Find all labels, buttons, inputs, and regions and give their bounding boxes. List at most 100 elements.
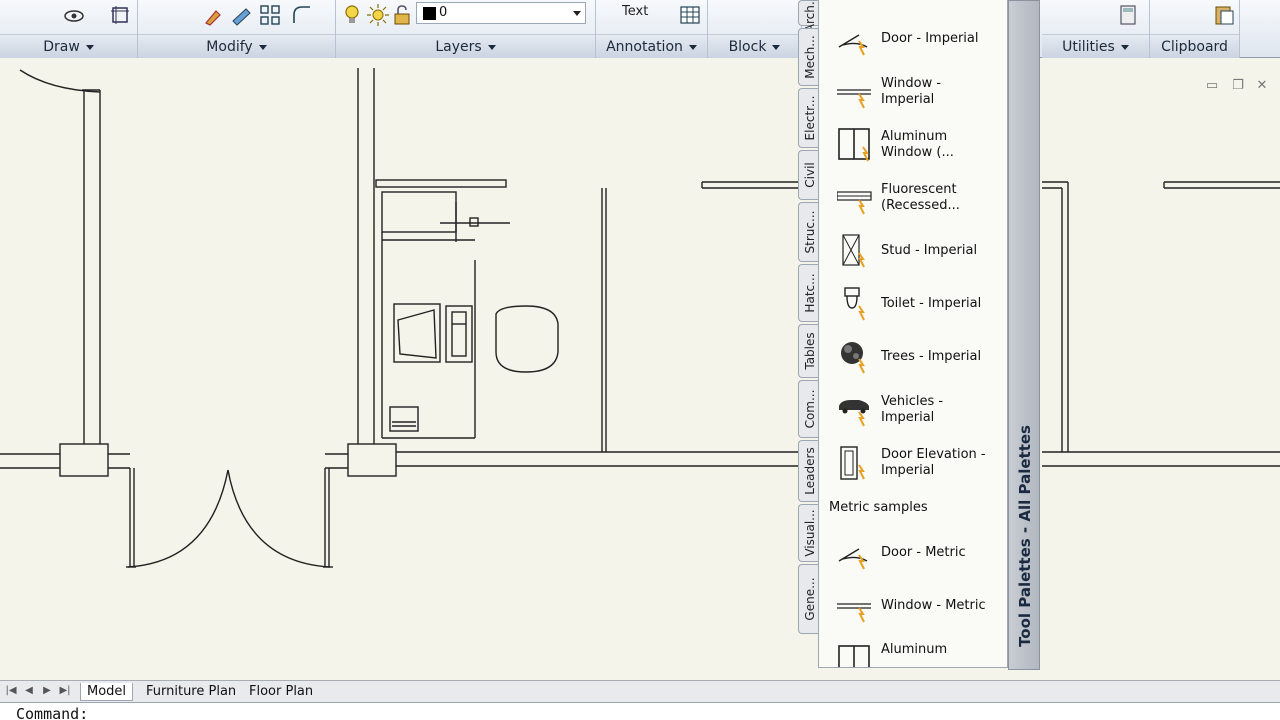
lock-icon[interactable]	[390, 3, 414, 27]
utilities-panel-label: Utilities	[1062, 39, 1115, 55]
window-icon	[837, 89, 871, 109]
palette-tab-generic[interactable]: Gene...	[798, 564, 820, 634]
minimize-icon[interactable]: ▭	[1204, 78, 1220, 94]
palette-tab-mechanical[interactable]: Mech...	[798, 28, 820, 86]
draw-panel-label: Draw	[43, 39, 80, 55]
palette-tab-label: Electr...	[802, 95, 817, 141]
calculator-icon[interactable]	[1116, 3, 1140, 27]
vehicles-icon	[839, 400, 869, 427]
layer-color-swatch	[423, 7, 436, 20]
draw-panel-title[interactable]: Draw	[0, 34, 137, 58]
chevron-down-icon	[772, 44, 781, 50]
palette-tab-civil[interactable]: Civil	[798, 150, 820, 200]
sun-icon[interactable]	[366, 3, 390, 27]
next-tab-icon[interactable]: ▶	[40, 684, 54, 698]
palette-tabs: Arch... Mech... Electr... Civil Struc...…	[798, 0, 820, 634]
ribbon: Draw Modify 0 Layers Text Annotation Blo…	[0, 0, 1280, 58]
clipboard-panel-label: Clipboard	[1161, 39, 1228, 55]
palette-list: Door - Imperial Window - Imperial Alumin…	[818, 0, 1008, 668]
paste-icon[interactable]	[1212, 3, 1236, 27]
layers-panel-label: Layers	[435, 39, 482, 55]
annotation-panel-title[interactable]: Annotation	[596, 34, 707, 58]
prev-tab-icon[interactable]: ◀	[22, 684, 36, 698]
fillet-icon[interactable]	[290, 3, 314, 27]
palette-tab-label: Leaders	[802, 447, 817, 495]
palette-item-label: Aluminum	[881, 642, 948, 657]
utilities-panel-title[interactable]: Utilities	[1042, 34, 1149, 58]
palette-item-aluminum-window[interactable]: Aluminum Window (...	[819, 119, 995, 171]
palette-tab-command[interactable]: Com...	[798, 380, 820, 438]
layers-panel: 0 Layers	[336, 0, 596, 58]
palette-tab-electrical[interactable]: Electr...	[798, 88, 820, 148]
palette-item-vehicles-imperial[interactable]: Vehicles - Imperial	[819, 384, 995, 436]
tab-furniture-plan[interactable]: Furniture Plan	[140, 683, 242, 701]
palette-tab-visual[interactable]: Visual...	[798, 504, 820, 562]
multiline-text-label[interactable]: Text	[622, 4, 648, 19]
chevron-down-icon	[688, 44, 697, 50]
tool-palette: Arch... Mech... Electr... Civil Struc...…	[798, 0, 1042, 670]
palette-tab-leaders[interactable]: Leaders	[798, 440, 820, 502]
palette-tab-structural[interactable]: Struc...	[798, 202, 820, 262]
aluminum-window-icon	[838, 645, 870, 667]
chevron-down-icon	[573, 11, 581, 16]
door-icon	[838, 34, 868, 56]
modify-panel-title[interactable]: Modify	[138, 34, 335, 58]
block-panel-title[interactable]: Block	[708, 34, 801, 58]
palette-item-aluminum-metric[interactable]: Aluminum	[819, 624, 995, 667]
palette-tab-label: Gene...	[802, 577, 817, 621]
palette-title: Tool Palettes - All Palettes	[1016, 425, 1034, 647]
edit-icon[interactable]	[230, 3, 254, 27]
chevron-down-icon	[487, 44, 496, 50]
palette-item-label: Door - Metric	[881, 545, 966, 560]
palette-item-door-metric[interactable]: Door - Metric	[819, 527, 995, 579]
palette-tab-tables[interactable]: Tables	[798, 324, 820, 378]
first-tab-icon[interactable]: |◀	[4, 684, 18, 698]
palette-tab-label: Com...	[802, 389, 817, 429]
close-icon[interactable]: ✕	[1254, 78, 1270, 94]
tab-floor-plan[interactable]: Floor Plan	[243, 683, 319, 701]
door-elevation-icon	[840, 446, 865, 480]
layers-panel-title[interactable]: Layers	[336, 34, 595, 58]
view-eye-icon[interactable]	[62, 3, 86, 27]
tab-model[interactable]: Model	[80, 683, 134, 701]
palette-tab-hatches[interactable]: Hatc...	[798, 264, 820, 322]
drawing-canvas[interactable]: ▭ ❐ ✕	[0, 62, 1280, 680]
block-panel-label: Block	[728, 39, 767, 55]
palette-item-door-elevation[interactable]: Door Elevation - Imperial	[819, 437, 995, 489]
array-icon[interactable]	[258, 3, 282, 27]
palette-tab-label: Mech...	[802, 35, 817, 79]
floor-plan-drawing	[0, 68, 1280, 568]
match-properties-icon[interactable]	[202, 3, 226, 27]
table-icon[interactable]	[678, 3, 702, 27]
command-line[interactable]: Command:	[0, 702, 1280, 720]
layout-tabs-bar: |◀ ◀ ▶ ▶| Model Furniture Plan Floor Pla…	[0, 680, 1280, 702]
last-tab-icon[interactable]: ▶|	[58, 684, 72, 698]
palette-item-toilet-imperial[interactable]: Toilet - Imperial	[819, 278, 995, 330]
palette-item-label: Trees - Imperial	[881, 349, 982, 364]
palette-item-label: Aluminum Window (...	[881, 129, 954, 160]
palette-tab-label: Tables	[802, 332, 817, 370]
palette-item-door-imperial[interactable]: Door - Imperial	[819, 13, 995, 65]
palette-item-stud-imperial[interactable]: Stud - Imperial	[819, 225, 995, 277]
command-prompt: Command:	[16, 705, 89, 720]
annotation-panel-label: Annotation	[606, 39, 683, 55]
palette-title-bar[interactable]: Tool Palettes - All Palettes	[1008, 0, 1040, 670]
palette-tab-architectural[interactable]: Arch...	[798, 0, 820, 32]
palette-group-label: Metric samples	[829, 500, 928, 515]
palette-tab-label: Struc...	[802, 210, 817, 254]
modify-panel: Modify	[138, 0, 336, 58]
palette-item-label: Fluorescent (Recessed...	[881, 182, 960, 213]
stud-icon	[842, 234, 865, 268]
region-icon[interactable]	[108, 3, 132, 27]
palette-item-window-imperial[interactable]: Window - Imperial	[819, 66, 995, 118]
palette-tab-label: Visual...	[802, 509, 817, 557]
palette-item-trees-imperial[interactable]: Trees - Imperial	[819, 331, 995, 383]
palette-item-label: Stud - Imperial	[881, 243, 978, 258]
restore-icon[interactable]: ❐	[1230, 78, 1246, 94]
lightbulb-icon[interactable]	[340, 3, 364, 27]
utilities-panel: Utilities	[1042, 0, 1150, 58]
palette-item-fluorescent[interactable]: Fluorescent (Recessed...	[819, 172, 995, 224]
window-icon	[837, 603, 871, 623]
layer-dropdown[interactable]: 0	[416, 2, 586, 24]
chevron-down-icon	[1120, 44, 1129, 50]
